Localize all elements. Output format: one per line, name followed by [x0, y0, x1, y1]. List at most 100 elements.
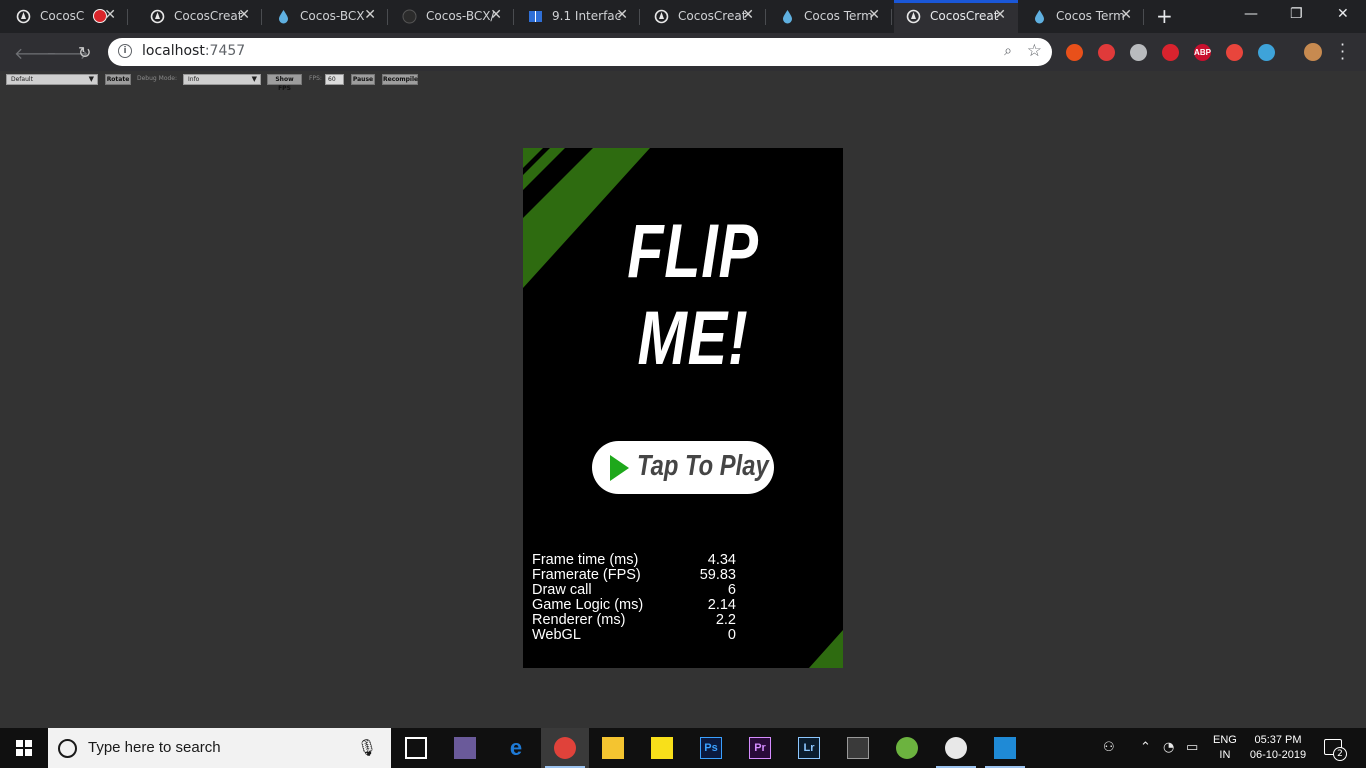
- premiere-pro-icon: Pr: [749, 737, 771, 759]
- site-info-icon[interactable]: i: [118, 44, 132, 58]
- browser-tab[interactable]: CocosCreat ✕: [138, 0, 262, 33]
- discord-extension-icon[interactable]: [1130, 44, 1147, 61]
- tab-separator: [639, 9, 640, 25]
- notification-count-badge: 2: [1333, 747, 1347, 761]
- tab-close-icon[interactable]: ✕: [1120, 8, 1132, 23]
- recompile-button[interactable]: Recompile: [382, 74, 418, 85]
- browser-tab[interactable]: CocosCreat ✕: [642, 0, 766, 33]
- task-view-taskbar-button[interactable]: [392, 728, 440, 768]
- windows-start-icon[interactable]: [16, 740, 32, 756]
- url-text[interactable]: localhost:7457: [142, 43, 245, 59]
- tab-title: CocosC: [40, 9, 85, 23]
- browser-toolbar: 🡐 🡒 ↻ i localhost:7457 ⌕ ☆ ABP · · ·: [0, 33, 1366, 71]
- wifi-icon[interactable]: ◔: [1163, 740, 1174, 755]
- language-indicator[interactable]: ENG IN: [1213, 733, 1237, 763]
- device-select[interactable]: Default ▼: [6, 74, 98, 85]
- arrow-extension-icon[interactable]: [1098, 44, 1115, 61]
- tab-close-icon[interactable]: ✕: [238, 8, 250, 23]
- tab-separator: [127, 9, 128, 25]
- stat-value: 6: [727, 582, 736, 598]
- hand-stop-extension-icon[interactable]: [1162, 44, 1179, 61]
- sticky-notes-taskbar-button[interactable]: [638, 728, 686, 768]
- drop-extension-icon[interactable]: [1258, 44, 1275, 61]
- tap-to-play-button[interactable]: Tap To Play: [592, 441, 774, 494]
- microphone-icon[interactable]: 🎙: [357, 738, 377, 757]
- stat-value: 4.34: [707, 552, 736, 568]
- tab-close-icon[interactable]: ✕: [490, 8, 502, 23]
- browser-tab[interactable]: Cocos-BCX/✕: [390, 0, 514, 33]
- tab-close-icon[interactable]: ✕: [616, 8, 628, 23]
- chrome-taskbar-button[interactable]: [541, 728, 589, 768]
- tab-separator: [513, 9, 514, 25]
- new-tab-button[interactable]: +: [1156, 6, 1173, 26]
- cocos-creator-icon: [16, 9, 31, 24]
- fps-label: FPS:: [309, 75, 322, 82]
- stat-label: Game Logic (ms): [532, 597, 644, 613]
- file-manager-tool-taskbar-button[interactable]: [441, 728, 489, 768]
- address-bar[interactable]: i localhost:7457 ⌕ ☆: [108, 38, 1052, 66]
- browser-tab[interactable]: Cocos-BCX ✕: [264, 0, 388, 33]
- tab-close-icon[interactable]: ✕: [364, 8, 376, 23]
- screen-record-extension-icon[interactable]: [1226, 44, 1243, 61]
- browser-tab[interactable]: Cocos Term ✕: [768, 0, 892, 33]
- clock[interactable]: 05:37 PM 06-10-2019: [1246, 733, 1310, 763]
- rotate-button[interactable]: Rotate: [105, 74, 131, 85]
- debug-mode-label: Debug Mode:: [137, 75, 178, 82]
- terminal-taskbar-button[interactable]: [834, 728, 882, 768]
- pause-button[interactable]: Pause: [351, 74, 375, 85]
- stat-row: Renderer (ms) 2.2: [532, 613, 736, 628]
- chrome-icon: [554, 737, 576, 759]
- reload-icon[interactable]: ↻: [78, 43, 91, 62]
- browser-menu-icon[interactable]: · · ·: [1340, 37, 1345, 67]
- stat-row: Game Logic (ms) 2.14: [532, 598, 736, 613]
- browser-tab[interactable]: CocosCreat ✕: [894, 0, 1018, 33]
- vscode-taskbar-button[interactable]: [981, 728, 1029, 768]
- tab-separator: [387, 9, 388, 25]
- github-icon: [402, 9, 417, 24]
- game-canvas[interactable]: FLIP ME! Tap To Play Frame time (ms) 4.34…: [523, 148, 843, 668]
- terminal-icon: [847, 737, 869, 759]
- tab-separator: [891, 9, 892, 25]
- close-window-button[interactable]: ✕: [1337, 6, 1349, 22]
- restore-button[interactable]: ❐: [1290, 6, 1303, 22]
- debug-stats-panel: Frame time (ms) 4.34 Framerate (FPS) 59.83 D…: [532, 553, 736, 643]
- tab-close-icon[interactable]: ✕: [742, 8, 754, 23]
- search-placeholder[interactable]: Type here to search: [88, 739, 221, 756]
- lightroom-taskbar-button[interactable]: Lr: [785, 728, 833, 768]
- utorrent-taskbar-button[interactable]: [883, 728, 931, 768]
- tab-close-icon[interactable]: ✕: [994, 8, 1006, 23]
- adblock-plus-icon[interactable]: ABP: [1194, 44, 1211, 61]
- chevron-up-icon[interactable]: ⌃: [1140, 740, 1151, 755]
- premiere-pro-taskbar-button[interactable]: Pr: [736, 728, 784, 768]
- bookmark-star-icon[interactable]: ☆: [1027, 41, 1042, 61]
- play-triangle-icon: [610, 455, 629, 481]
- fps-input[interactable]: 60: [325, 74, 344, 85]
- taskbar-search[interactable]: Type here to search 🎙: [48, 728, 391, 768]
- zoom-icon[interactable]: ⌕: [1004, 43, 1012, 59]
- cocos-bcx-app-icon: [945, 737, 967, 759]
- edge-taskbar-button[interactable]: e: [492, 728, 540, 768]
- photoshop-icon: Ps: [700, 737, 722, 759]
- cocos-bcx-app-taskbar-button[interactable]: [932, 728, 980, 768]
- file-explorer-taskbar-button[interactable]: [589, 728, 637, 768]
- stat-label: Framerate (FPS): [532, 567, 641, 583]
- browser-tab[interactable]: Cocos Term ✕: [1020, 0, 1144, 33]
- cortana-icon[interactable]: [58, 739, 77, 758]
- utorrent-icon: [896, 737, 918, 759]
- stat-label: Frame time (ms): [532, 552, 639, 568]
- show-fps-button[interactable]: Show FPS: [267, 74, 302, 92]
- browser-tab[interactable]: 9.1 Interfac ✕: [516, 0, 640, 33]
- profile-avatar[interactable]: [1304, 43, 1322, 61]
- minimize-button[interactable]: —: [1244, 6, 1258, 22]
- people-icon[interactable]: ⚇: [1103, 740, 1115, 755]
- stat-value: 2.2: [715, 612, 736, 628]
- tab-close-icon[interactable]: ✕: [868, 8, 880, 23]
- debug-mode-select[interactable]: Info ▼: [183, 74, 261, 85]
- browser-tab[interactable]: CocosC ✕: [4, 0, 128, 33]
- fire-extension-icon[interactable]: [1066, 44, 1083, 61]
- book-icon: [528, 9, 543, 24]
- tab-close-icon[interactable]: ✕: [104, 8, 116, 23]
- battery-icon[interactable]: ▭: [1186, 740, 1198, 755]
- stat-value: 2.14: [707, 597, 736, 613]
- photoshop-taskbar-button[interactable]: Ps: [687, 728, 735, 768]
